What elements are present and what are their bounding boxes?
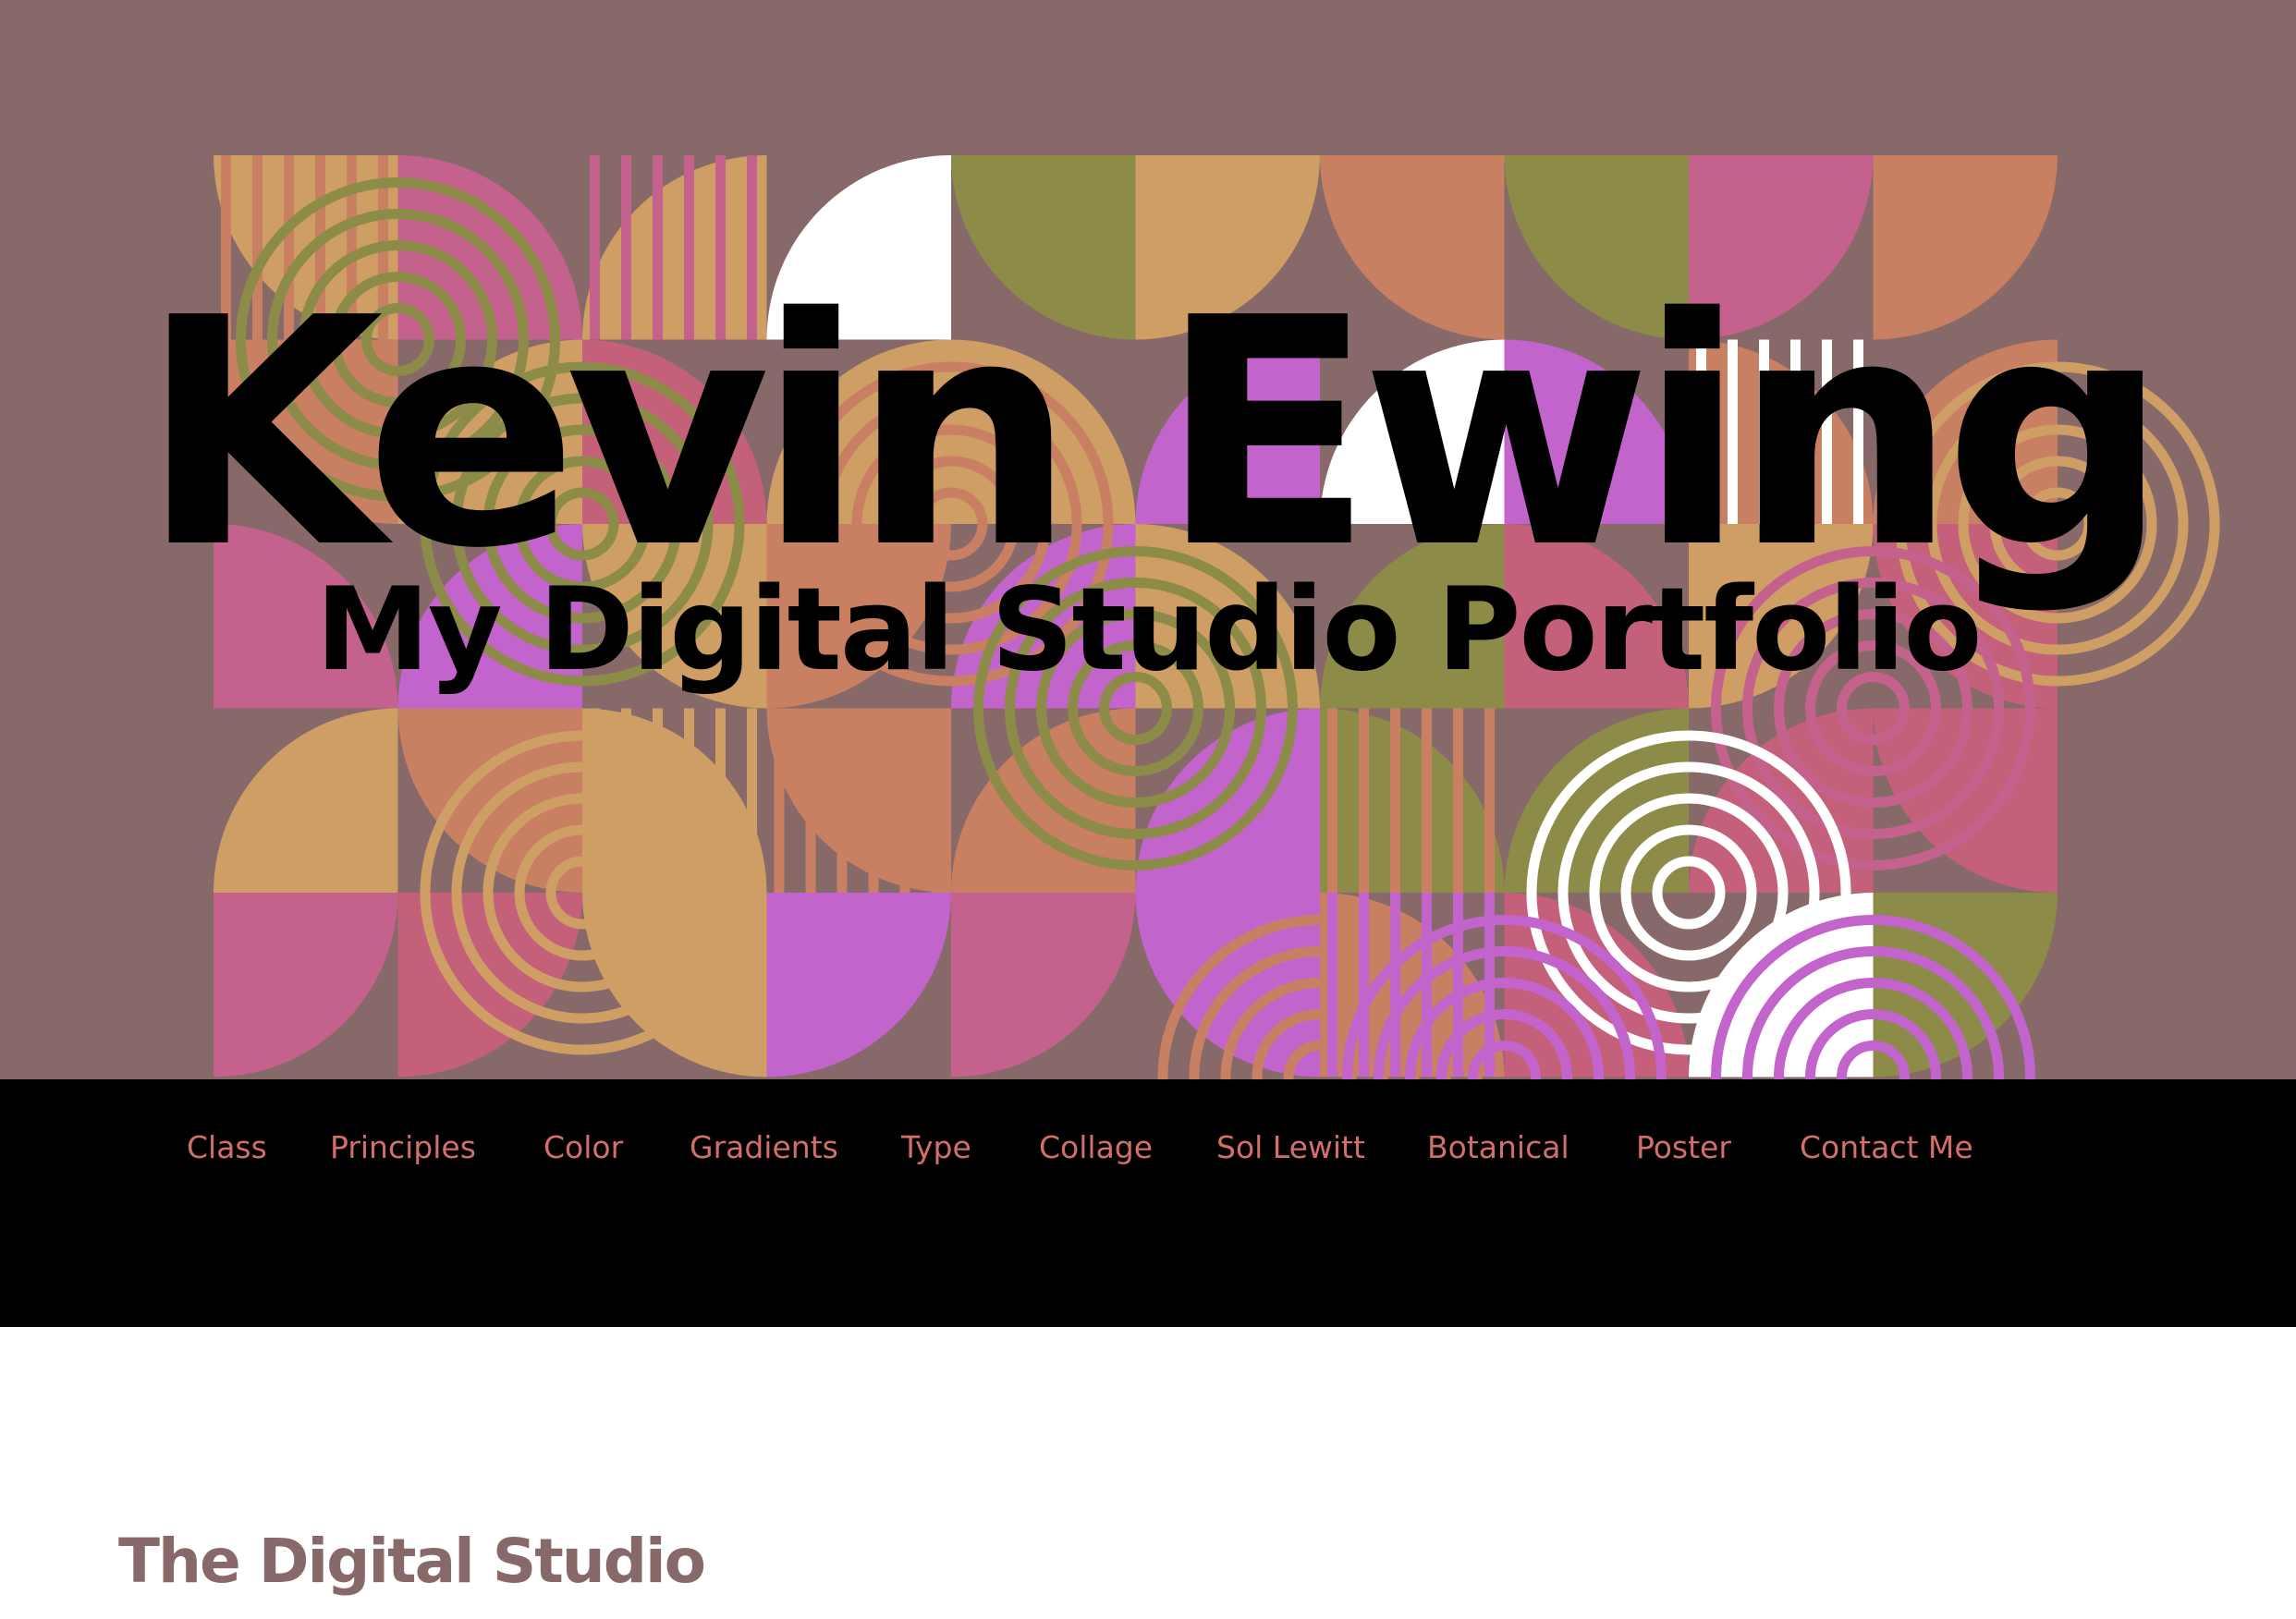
pattern-tile xyxy=(214,708,398,893)
pattern-tile xyxy=(951,893,1136,1077)
nav-item-collage[interactable]: Collage xyxy=(1039,1120,1153,1175)
nav-item-botanical[interactable]: Botanical xyxy=(1427,1120,1569,1175)
nav-menu: Class Principles Color Gradients Type Co… xyxy=(0,1120,2296,1175)
hero-banner: Kevin Ewing My Digital Studio Portfolio xyxy=(0,0,2296,1079)
nav-item-color[interactable]: Color xyxy=(543,1120,623,1175)
nav-item-type[interactable]: Type xyxy=(901,1120,971,1175)
pattern-tile xyxy=(214,893,398,1077)
pattern-tile xyxy=(766,708,951,893)
nav-item-gradients[interactable]: Gradients xyxy=(690,1120,838,1175)
main-navigation: Class Principles Color Gradients Type Co… xyxy=(0,1079,2296,1327)
site-title[interactable]: Kevin Ewing xyxy=(0,277,2296,591)
nav-item-contact-me[interactable]: Contact Me xyxy=(1800,1120,1973,1175)
page: Kevin Ewing My Digital Studio Portfolio … xyxy=(0,0,2296,1619)
pattern-tile xyxy=(1320,708,1505,893)
main-content: The Digital Studio xyxy=(0,1327,2296,1619)
pattern-tile xyxy=(766,893,951,1077)
nav-item-principles[interactable]: Principles xyxy=(330,1120,476,1175)
site-tagline: My Digital Studio Portfolio xyxy=(315,564,1982,697)
nav-item-class[interactable]: Class xyxy=(187,1120,267,1175)
nav-item-sol-lewitt[interactable]: Sol Lewitt xyxy=(1216,1120,1365,1175)
section-heading: The Digital Studio xyxy=(118,1526,706,1597)
nav-item-poster[interactable]: Poster xyxy=(1636,1120,1731,1175)
